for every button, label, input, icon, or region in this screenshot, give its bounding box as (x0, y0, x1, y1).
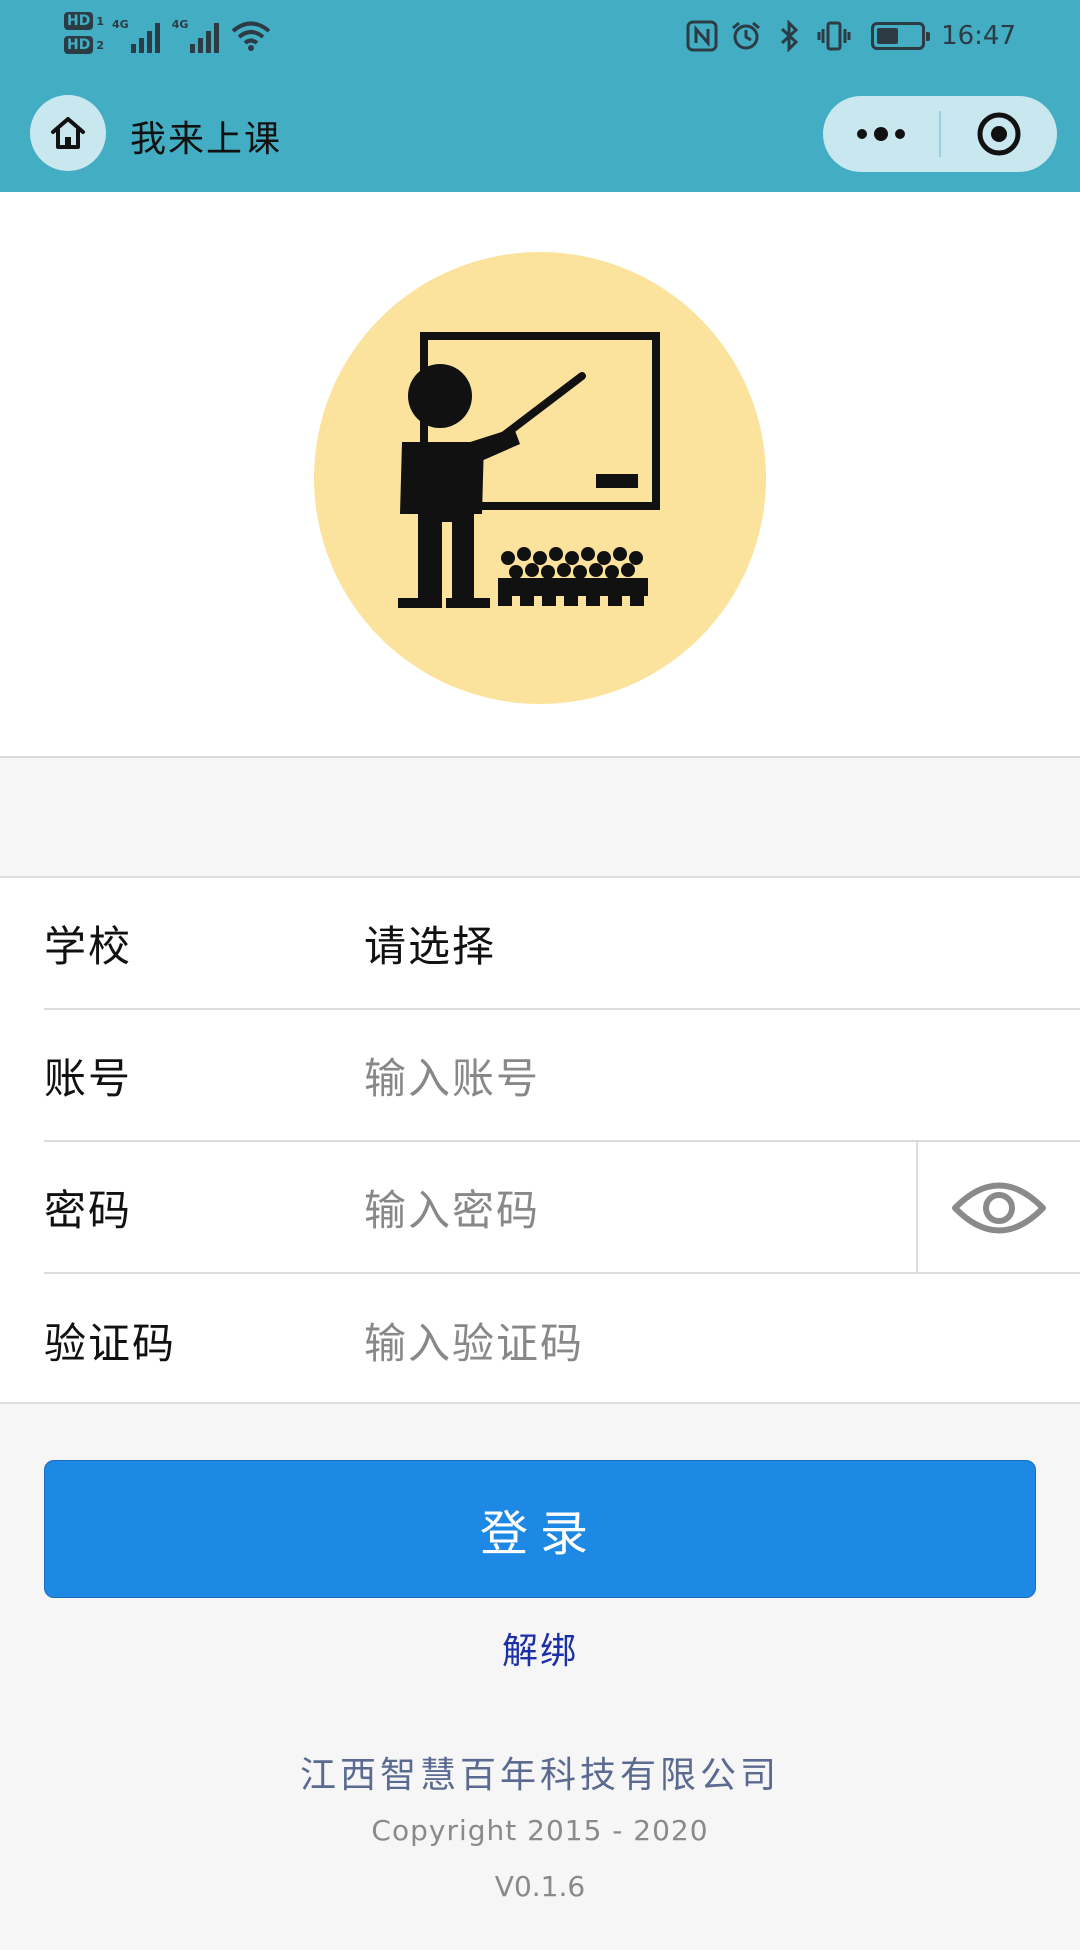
hd-badge: HD (64, 36, 94, 54)
nfc-icon (685, 19, 719, 53)
sim1-indicator: HD 1 (64, 12, 104, 30)
company-name: 江西智慧百年科技有限公司 (299, 1755, 780, 1796)
signal-1: 4G (112, 18, 164, 54)
sim-number: 2 (96, 38, 104, 52)
alarm-icon (729, 19, 763, 53)
version-text: V0.1.6 (494, 1870, 586, 1903)
more-button[interactable] (823, 96, 939, 172)
account-row: 账号 输入账号 (44, 1010, 1080, 1142)
captcha-input[interactable]: 输入验证码 (364, 1310, 1080, 1371)
sim2-indicator: HD 2 (64, 36, 104, 54)
bluetooth-icon (773, 19, 807, 53)
sim-indicators: HD 1 HD 2 (64, 12, 104, 54)
network-type: 4G (112, 18, 129, 31)
app-logo (314, 252, 766, 704)
account-label: 账号 (44, 1053, 133, 1103)
top-bar: HD 1 HD 2 4G 4G 16:47 我来上课 (0, 0, 1080, 192)
teacher-classroom-illustration (398, 332, 660, 608)
eye-icon (952, 1182, 1046, 1234)
target-close-icon (977, 112, 1021, 156)
battery-icon (871, 22, 931, 50)
wifi-icon (232, 21, 271, 51)
home-icon (51, 117, 85, 149)
home-button[interactable] (30, 95, 106, 171)
password-visibility-toggle[interactable] (916, 1142, 1080, 1274)
sim-number: 1 (96, 14, 104, 28)
password-row: 密码 输入密码 (44, 1142, 1080, 1274)
status-time: 16:47 (941, 21, 1016, 51)
password-label: 密码 (44, 1185, 133, 1235)
captcha-row: 验证码 输入验证码 (44, 1274, 1080, 1406)
network-type: 4G (171, 18, 189, 31)
unbind-link[interactable]: 解绑 (0, 1622, 1080, 1674)
status-bar-right: 16:47 (685, 16, 1016, 56)
school-select[interactable]: 请选择 (364, 913, 1080, 974)
battery-fill (877, 28, 899, 44)
logo-section (0, 192, 1080, 758)
login-form: 学校 请选择 账号 输入账号 密码 输入密码 验证码 输入验证码 (0, 876, 1080, 1404)
login-button[interactable]: 登录 (44, 1460, 1036, 1598)
school-row[interactable]: 学校 请选择 (44, 878, 1080, 1010)
more-dots-icon (857, 127, 905, 141)
miniprogram-capsule (823, 96, 1057, 172)
close-miniprogram-button[interactable] (941, 96, 1057, 172)
account-input[interactable]: 输入账号 (364, 1045, 1080, 1106)
page-title: 我来上课 (130, 119, 283, 160)
status-bar-left: HD 1 HD 2 4G 4G (64, 10, 271, 70)
captcha-label: 验证码 (44, 1318, 177, 1368)
school-label: 学校 (44, 921, 133, 971)
hd-badge: HD (64, 12, 94, 30)
signal-icon (190, 23, 220, 53)
signal-2: 4G (172, 18, 224, 54)
vibrate-icon (817, 19, 851, 53)
signal-icon (130, 23, 160, 53)
copyright-text: Copyright 2015 - 2020 (371, 1814, 709, 1847)
